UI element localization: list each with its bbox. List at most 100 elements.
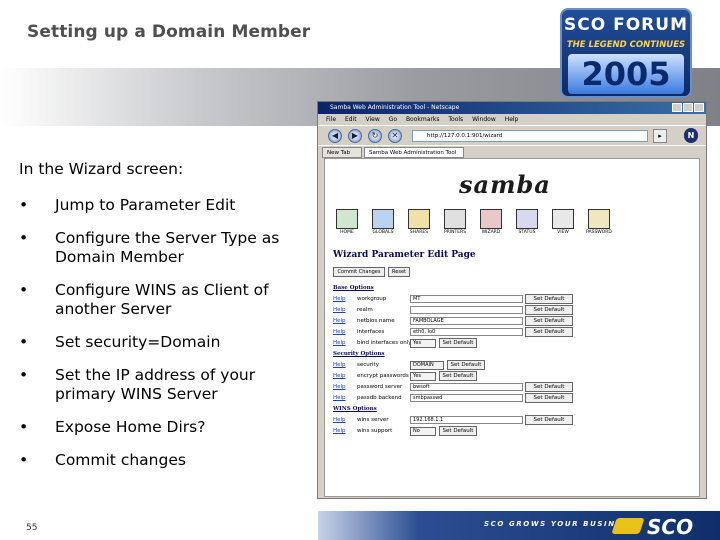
reset-button[interactable]: Reset [388,267,410,277]
param-input-interfaces[interactable]: eth0, lo0 [410,328,523,336]
nav-globals[interactable]: GLOBALS [367,209,399,235]
param-name: interfaces [357,329,385,335]
param-select-bind-interfaces-only[interactable]: Yes [410,339,436,348]
menu-window[interactable]: Window [472,116,496,123]
commit-changes-button[interactable]: Commit Changes [333,267,385,277]
forward-icon[interactable]: ▶ [348,129,362,143]
help-link[interactable]: Help [333,384,346,390]
list-item: • Commit changes [19,451,319,470]
help-link[interactable]: Help [333,296,346,302]
bullet-icon: • [19,418,29,436]
param-input-wins-server[interactable]: 192.168.1.1 [410,416,523,424]
help-link[interactable]: Help [333,318,346,324]
list-item: • Set the IP address of your primary WINS… [19,366,319,404]
help-link[interactable]: Help [333,307,346,313]
nav-home[interactable]: HOME [331,209,363,235]
menu-bar: File Edit View Go Bookmarks Tools Window… [318,114,706,125]
param-input-passdb-backend[interactable]: smbpasswd [410,394,523,402]
set-default-button[interactable]: Set Default [439,426,477,436]
menu-help[interactable]: Help [505,116,519,123]
bullet-text: Expose Home Dirs? [55,418,206,436]
sco-forum-logo: SCO FORUM THE LEGEND CONTINUES 2005 [560,8,692,98]
set-default-button[interactable]: Set Default [525,305,573,315]
go-icon[interactable]: ▸ [653,129,667,143]
bullet-icon: • [19,366,29,384]
printer-icon [444,209,466,229]
nav-view[interactable]: VIEW [547,209,579,235]
nav-home-label: HOME [340,230,354,235]
param-input-realm[interactable] [410,306,523,314]
param-row: Help security DOMAIN Set Default [333,360,699,371]
bullet-text: Configure the Server Type as Domain Memb… [55,229,280,266]
close-icon[interactable] [694,103,704,112]
param-select-security[interactable]: DOMAIN [410,361,444,370]
bullet-text: Set the IP address of your primary WINS … [55,366,256,403]
param-input-password-server[interactable]: bwsoft [410,383,523,391]
set-default-button[interactable]: Set Default [525,327,573,337]
tab-new[interactable]: New Tab [322,147,362,158]
bullet-icon: • [19,281,29,299]
menu-file[interactable]: File [326,116,336,123]
param-row: Help interfaces eth0, lo0 Set Default [333,327,699,338]
help-link[interactable]: Help [333,395,346,401]
set-default-button[interactable]: Set Default [525,415,573,425]
param-input-netbios-name[interactable]: FAMBOLAGE [410,317,523,325]
help-link[interactable]: Help [333,417,346,423]
nav-wizard-label: WIZARD [481,230,501,235]
set-default-button[interactable]: Set Default [525,316,573,326]
nav-shares[interactable]: SHARES [403,209,435,235]
list-item: • Configure the Server Type as Domain Mem… [19,229,319,267]
param-input-workgroup[interactable]: MT [410,295,523,303]
home-icon [336,209,358,229]
set-default-button[interactable]: Set Default [447,360,485,370]
help-link[interactable]: Help [333,362,346,368]
menu-go[interactable]: Go [389,116,397,123]
browser-window: Samba Web Administration Tool - Netscape… [317,101,707,499]
reload-icon[interactable]: ↻ [368,129,382,143]
nav-printers[interactable]: PRINTERS [439,209,471,235]
maximize-icon[interactable] [683,103,693,112]
globe-icon [372,209,394,229]
set-default-button[interactable]: Set Default [439,371,477,381]
folder-icon [408,209,430,229]
help-link[interactable]: Help [333,329,346,335]
tab-samba-admin[interactable]: Samba Web Administration Tool [364,147,464,158]
nav-globals-label: GLOBALS [372,230,394,235]
intro-text: In the Wizard screen: [19,160,184,178]
menu-edit[interactable]: Edit [345,116,357,123]
footer-slogan: SCO GROWS YOUR BUSINESS [484,520,636,528]
help-link[interactable]: Help [333,428,346,434]
bullet-text: Set security=Domain [55,333,221,351]
forum-logo-line2: THE LEGEND CONTINUES [566,40,686,50]
param-select-wins-support[interactable]: No [410,427,436,436]
bullet-icon: • [19,229,29,247]
nav-status[interactable]: STATUS [511,209,543,235]
param-select-encrypt-passwords[interactable]: Yes [410,372,436,381]
nav-wizard[interactable]: WIZARD [475,209,507,235]
param-name: bind interfaces only [357,340,412,346]
list-item: • Jump to Parameter Edit [19,196,319,215]
minimize-icon[interactable] [672,103,682,112]
stop-icon[interactable]: ✕ [388,129,402,143]
set-default-button[interactable]: Set Default [525,393,573,403]
swat-nav-bar: HOME GLOBALS SHARES PRINTERS WIZARD STAT… [331,209,621,239]
param-name: encrypt passwords [357,373,409,379]
section-wins-options: WINS Options [333,406,377,412]
samba-logo: samba [450,170,560,201]
menu-bookmarks[interactable]: Bookmarks [406,116,440,123]
menu-tools[interactable]: Tools [448,116,463,123]
nav-password[interactable]: PASSWORD [583,209,615,235]
set-default-button[interactable]: Set Default [439,338,477,348]
help-link[interactable]: Help [333,340,346,346]
set-default-button[interactable]: Set Default [525,294,573,304]
param-row: Help netbios name FAMBOLAGE Set Default [333,316,699,327]
help-link[interactable]: Help [333,373,346,379]
set-default-button[interactable]: Set Default [525,382,573,392]
menu-view[interactable]: View [366,116,380,123]
url-field[interactable]: http://127.0.0.1:901/wizard [412,130,648,142]
window-controls [671,103,704,117]
back-icon[interactable]: ◀ [328,129,342,143]
bullet-text: Jump to Parameter Edit [55,196,236,214]
sco-logo: SCO [611,515,710,539]
param-row: Help realm Set Default [333,305,699,316]
